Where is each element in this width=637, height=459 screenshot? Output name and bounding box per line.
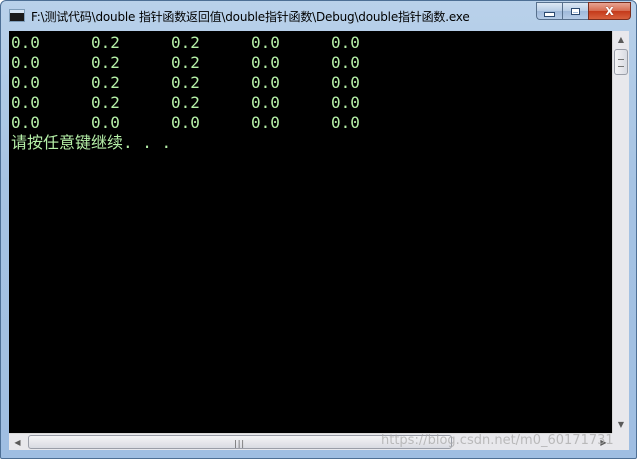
scroll-left-arrow-icon[interactable]: ◀ xyxy=(9,434,26,450)
value-cell: 0.0 xyxy=(11,93,40,112)
caption-buttons: X xyxy=(536,2,631,20)
value-cell: 0.2 xyxy=(91,93,120,112)
console-window: F:\测试代码\double 指针函数返回值\double指针函数\Debug\… xyxy=(0,0,637,459)
value-cell: 0.2 xyxy=(171,93,200,112)
value-cell: 0.0 xyxy=(331,53,360,72)
value-cell: 0.2 xyxy=(91,53,120,72)
console-output-area[interactable]: 0.0 0.2 0.2 0.0 0.0 0.0 0.2 0.2 0.0 0.0 0.0 0.2 0.2 0… xyxy=(9,31,612,433)
value-cell: 0.2 xyxy=(91,73,120,92)
close-icon: X xyxy=(605,4,614,18)
continue-prompt: 请按任意键继续. . . xyxy=(11,133,172,152)
minimize-icon xyxy=(544,11,555,17)
horizontal-scroll-thumb[interactable]: ||| xyxy=(28,435,452,449)
value-cell: 0.2 xyxy=(171,33,200,52)
value-cell: 0.0 xyxy=(251,73,280,92)
value-cell: 0.0 xyxy=(11,53,40,72)
close-button[interactable]: X xyxy=(588,2,631,20)
value-cell: 0.0 xyxy=(331,73,360,92)
horizontal-scrollbar[interactable]: ◀ ||| ▶ xyxy=(9,433,612,450)
scroll-grip-icon: ||| xyxy=(234,439,246,448)
value-cell: 0.0 xyxy=(331,113,360,132)
console-line: 0.0 0.0 0.0 0.0 0.0 xyxy=(11,113,411,133)
console-line: 0.0 0.2 0.2 0.0 0.0 xyxy=(11,33,411,53)
value-cell: 0.0 xyxy=(11,113,40,132)
console-text: 0.0 0.2 0.2 0.0 0.0 0.0 0.2 0.2 0.0 0.0 0.0 0.2 0.2 0… xyxy=(11,33,411,153)
console-line: 0.0 0.2 0.2 0.0 0.0 xyxy=(11,73,411,93)
console-line: 0.0 0.2 0.2 0.0 0.0 xyxy=(11,93,411,113)
console-app-icon[interactable] xyxy=(9,9,25,22)
maximize-button[interactable] xyxy=(562,2,588,20)
value-cell: 0.2 xyxy=(171,73,200,92)
value-cell: 0.0 xyxy=(171,113,200,132)
scroll-down-arrow-icon[interactable]: ▼ xyxy=(613,416,629,433)
console-line: 0.0 0.2 0.2 0.0 0.0 xyxy=(11,53,411,73)
value-cell: 0.0 xyxy=(251,33,280,52)
value-cell: 0.2 xyxy=(171,53,200,72)
scroll-up-arrow-icon[interactable]: ▲ xyxy=(613,31,629,48)
vertical-scrollbar[interactable]: ▲ ▼ xyxy=(612,31,629,433)
value-cell: 0.0 xyxy=(11,33,40,52)
minimize-button[interactable] xyxy=(536,2,562,20)
value-cell: 0.0 xyxy=(11,73,40,92)
maximize-icon xyxy=(571,7,580,15)
scroll-right-arrow-icon[interactable]: ▶ xyxy=(595,434,612,450)
size-grip[interactable] xyxy=(612,433,629,450)
value-cell: 0.0 xyxy=(91,113,120,132)
title-bar[interactable]: F:\测试代码\double 指针函数返回值\double指针函数\Debug\… xyxy=(1,1,636,31)
vertical-scroll-thumb[interactable] xyxy=(614,49,628,75)
value-cell: 0.2 xyxy=(91,33,120,52)
window-title: F:\测试代码\double 指针函数返回值\double指针函数\Debug\… xyxy=(31,10,470,24)
value-cell: 0.0 xyxy=(251,53,280,72)
value-cell: 0.0 xyxy=(331,33,360,52)
value-cell: 0.0 xyxy=(251,113,280,132)
value-cell: 0.0 xyxy=(251,93,280,112)
value-cell: 0.0 xyxy=(331,93,360,112)
